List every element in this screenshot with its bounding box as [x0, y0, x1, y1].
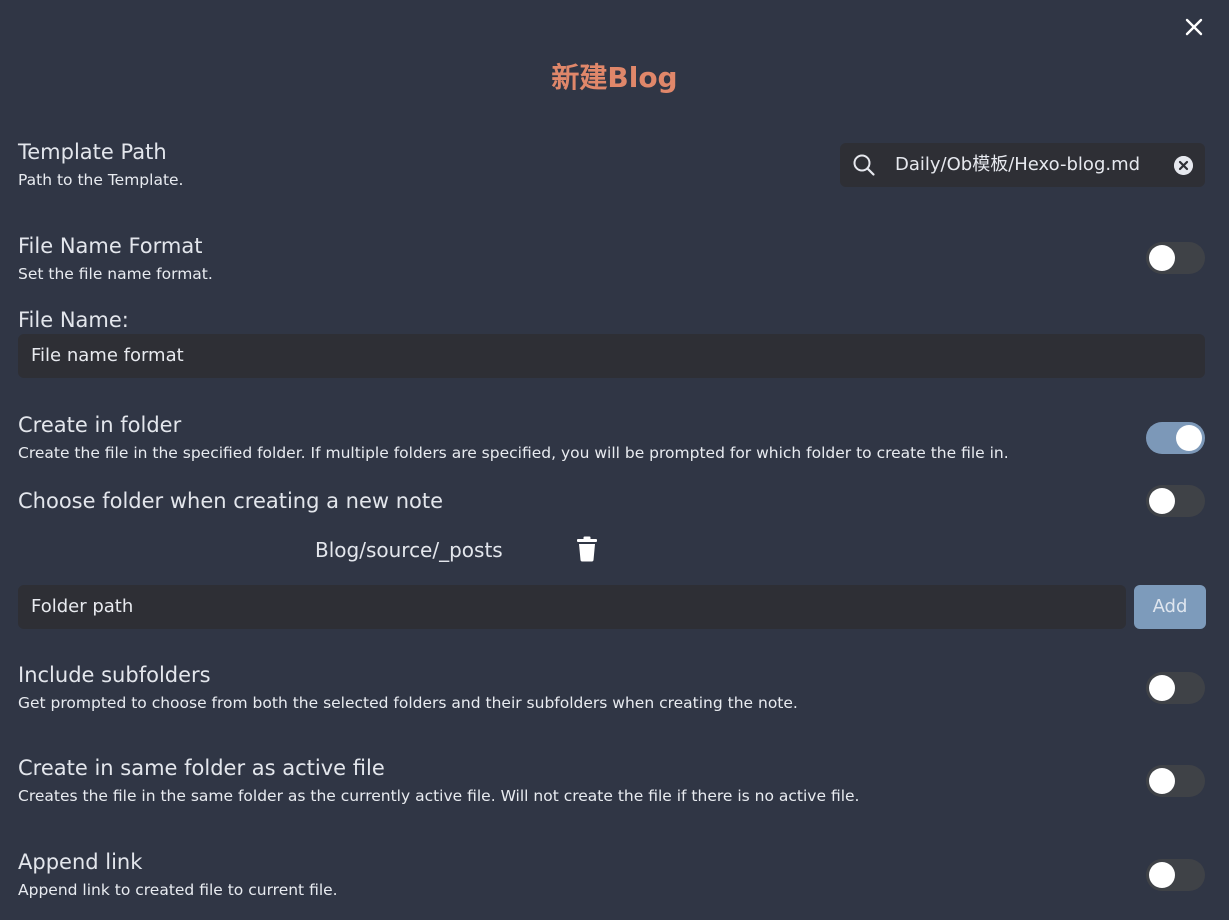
create-in-folder-toggle[interactable]: [1146, 422, 1205, 454]
close-icon[interactable]: [1181, 14, 1207, 40]
append-link-toggle[interactable]: [1146, 859, 1205, 891]
setting-description: Append link to created file to current f…: [18, 881, 338, 899]
choose-folder-toggle[interactable]: [1146, 485, 1205, 517]
setting-description: Create the file in the specified folder.…: [18, 444, 1009, 462]
file-name-input[interactable]: File name format: [18, 334, 1205, 378]
toggle-knob: [1149, 245, 1175, 271]
setting-name: File Name Format: [18, 234, 203, 258]
setting-name: Create in folder: [18, 413, 182, 437]
setting-name: Create in same folder as active file: [18, 756, 385, 780]
setting-name: Choose folder when creating a new note: [18, 489, 444, 513]
toggle-knob: [1149, 768, 1175, 794]
include-subfolders-toggle[interactable]: [1146, 672, 1205, 704]
setting-same-folder: Create in same folder as active file Cre…: [18, 755, 1205, 806]
setting-description: Set the file name format.: [18, 265, 213, 283]
same-folder-toggle[interactable]: [1146, 765, 1205, 797]
new-blog-modal: 新建Blog Template Path Path to the Templat…: [0, 0, 1229, 920]
template-path-search[interactable]: Daily/Ob模板/Hexo-blog.md: [840, 143, 1205, 187]
add-folder-button[interactable]: Add: [1134, 585, 1206, 629]
setting-description: Creates the file in the same folder as t…: [18, 787, 860, 805]
setting-include-subfolders: Include subfolders Get prompted to choos…: [18, 662, 1205, 713]
template-path-value[interactable]: Daily/Ob模板/Hexo-blog.md: [895, 143, 1140, 187]
toggle-knob: [1149, 862, 1175, 888]
setting-name: Append link: [18, 850, 143, 874]
clear-icon[interactable]: [1174, 156, 1193, 175]
setting-description: Get prompted to choose from both the sel…: [18, 694, 798, 712]
trash-icon[interactable]: [575, 536, 599, 562]
setting-create-in-folder: Create in folder Create the file in the …: [18, 412, 1205, 463]
search-icon: [853, 154, 875, 176]
toggle-knob: [1149, 488, 1175, 514]
file-name-format-toggle[interactable]: [1146, 242, 1205, 274]
setting-append-link: Append link Append link to created file …: [18, 849, 1205, 900]
toggle-knob: [1149, 675, 1175, 701]
setting-name: Include subfolders: [18, 663, 211, 687]
file-name-label: File Name:: [18, 308, 129, 332]
setting-file-name-format: File Name Format Set the file name forma…: [18, 233, 1205, 284]
toggle-knob: [1176, 425, 1202, 451]
modal-title: 新建Blog: [551, 61, 678, 94]
folder-item: Blog/source/_posts: [315, 538, 503, 562]
setting-choose-folder: Choose folder when creating a new note: [18, 488, 1205, 514]
folder-path-input[interactable]: Folder path: [18, 585, 1126, 629]
